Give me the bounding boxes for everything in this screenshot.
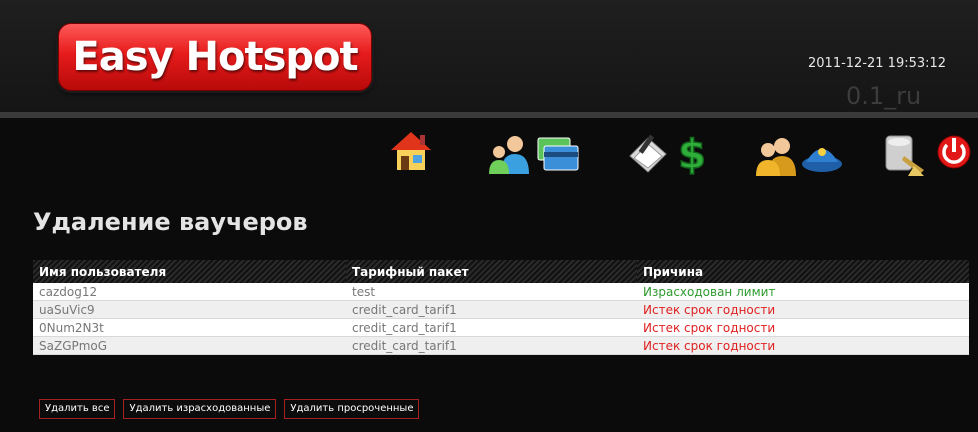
home-icon[interactable] xyxy=(387,126,435,174)
table-row: SaZGPmoG credit_card_tarif1 Истек срок г… xyxy=(33,336,969,355)
vouchers-table: Имя пользователя Тарифный пакет Причина … xyxy=(33,260,969,355)
table-row: 0Num2N3t credit_card_tarif1 Истек срок г… xyxy=(33,318,969,337)
admin-icon[interactable] xyxy=(798,132,846,180)
cell-user: uaSuVic9 xyxy=(33,300,346,319)
power-icon[interactable] xyxy=(930,128,978,176)
cell-plan: credit_card_tarif1 xyxy=(346,318,637,337)
cell-plan: test xyxy=(346,283,637,301)
cell-plan: credit_card_tarif1 xyxy=(346,336,637,355)
vouchers-icon[interactable] xyxy=(624,130,672,178)
column-header-user[interactable]: Имя пользователя xyxy=(33,260,346,283)
column-header-reason[interactable]: Причина xyxy=(637,260,969,283)
accounts-icon[interactable] xyxy=(752,132,800,180)
page-title: Удаление ваучеров xyxy=(33,208,308,236)
cards-icon[interactable] xyxy=(534,130,582,178)
header: Easy Hotspot 2011-12-21 19:53:12 0.1_ru xyxy=(0,0,978,118)
cell-reason: Истек срок годности xyxy=(637,300,969,319)
table-header-row: Имя пользователя Тарифный пакет Причина xyxy=(33,260,969,283)
table-row: uaSuVic9 credit_card_tarif1 Истек срок г… xyxy=(33,300,969,319)
action-buttons: Удалить все Удалить израсходованные Удал… xyxy=(39,399,420,419)
cell-reason: Истек срок годности xyxy=(637,336,969,355)
table-row: cazdog12 test Израсходован лимит xyxy=(33,283,969,301)
cell-user: SaZGPmoG xyxy=(33,336,346,355)
version-label: 0.1_ru xyxy=(846,82,922,110)
billing-icon[interactable]: $ xyxy=(668,128,716,176)
cell-reason: Истек срок годности xyxy=(637,318,969,337)
cell-plan: credit_card_tarif1 xyxy=(346,300,637,319)
column-header-plan[interactable]: Тарифный пакет xyxy=(346,260,637,283)
delete-all-button[interactable]: Удалить все xyxy=(39,399,116,419)
cell-user: cazdog12 xyxy=(33,283,346,301)
delete-used-button[interactable]: Удалить израсходованные xyxy=(123,399,277,419)
logo-text: Easy Hotspot xyxy=(72,34,358,80)
maintenance-icon[interactable] xyxy=(880,130,928,178)
page: Easy Hotspot 2011-12-21 19:53:12 0.1_ru xyxy=(0,0,978,432)
cell-reason: Израсходован лимит xyxy=(637,283,969,301)
cell-user: 0Num2N3t xyxy=(33,318,346,337)
svg-text:$: $ xyxy=(678,132,706,176)
users-icon[interactable] xyxy=(485,130,533,178)
logo[interactable]: Easy Hotspot xyxy=(58,23,372,91)
toolbar: $ xyxy=(12,118,978,188)
datetime: 2011-12-21 19:53:12 xyxy=(808,56,947,71)
delete-expired-button[interactable]: Удалить просроченные xyxy=(284,399,420,419)
